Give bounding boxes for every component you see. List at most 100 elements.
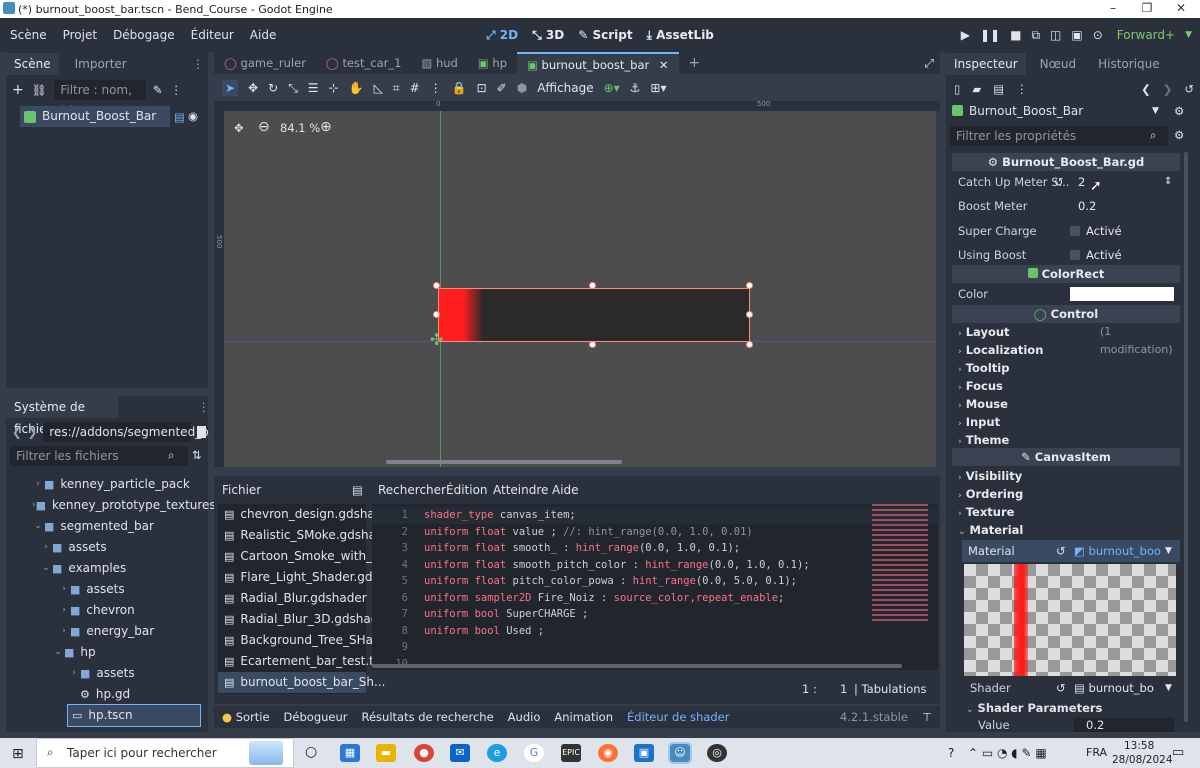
- canvas-viewport[interactable]: ✥ ⊖ 84.1 % ⊕ ✣: [224, 111, 936, 467]
- add-node-icon[interactable]: ⊕▾: [604, 81, 620, 95]
- checkbox[interactable]: [1070, 226, 1080, 236]
- mode-script-button[interactable]: ✎ Script: [578, 28, 632, 42]
- code-editor[interactable]: 1 shader_type canvas_item; 2 uniform float…: [372, 504, 938, 670]
- sort-icon[interactable]: ⇅: [192, 448, 202, 462]
- save-icon[interactable]: ▤: [993, 82, 1004, 96]
- panel-animation[interactable]: Animation: [554, 710, 613, 724]
- revert-icon[interactable]: ↺: [1056, 678, 1066, 698]
- section-texture[interactable]: › Texture: [952, 503, 1180, 521]
- tab-scene[interactable]: Scène: [6, 53, 59, 75]
- panel-debugger[interactable]: Débogueur: [284, 710, 348, 724]
- scene-tab[interactable]: ▧ hud: [411, 56, 467, 70]
- section-tooltip[interactable]: › Tooltip: [952, 359, 1180, 377]
- back-icon[interactable]: ❮: [1141, 82, 1151, 96]
- clock-time[interactable]: 13:58: [1124, 740, 1154, 752]
- store-icon[interactable]: ▦: [340, 744, 360, 762]
- visibility-eye-icon[interactable]: ◉: [188, 109, 198, 123]
- h-scrollbar[interactable]: [386, 460, 622, 464]
- forward-icon[interactable]: ❯: [1163, 82, 1173, 96]
- app-icon[interactable]: ▣: [634, 744, 654, 762]
- maximize-button[interactable]: ❐: [1129, 0, 1165, 18]
- material-resource-picker[interactable]: ◩ burnout_boo: [1074, 540, 1161, 562]
- section-ordering[interactable]: › Ordering: [952, 485, 1180, 503]
- scene-tab[interactable]: ▣ hp: [468, 56, 517, 70]
- property-filter-input[interactable]: Filtrer les propriétés: [950, 126, 1168, 146]
- file-tree-item[interactable]: › ■ assets: [6, 537, 202, 558]
- menu-edit[interactable]: Édition: [446, 483, 488, 497]
- scene-tab[interactable]: ◯ test_car_1: [316, 56, 412, 70]
- windows-start-icon[interactable]: ⊞: [12, 746, 24, 762]
- renderer-select[interactable]: Forward+: [1117, 28, 1175, 42]
- menu-help[interactable]: Aide: [552, 483, 579, 497]
- language-indicator[interactable]: FRA: [1086, 746, 1107, 759]
- bone-icon[interactable]: ✐: [497, 81, 507, 95]
- section-visibility[interactable]: › Visibility: [952, 467, 1180, 485]
- new-resource-icon[interactable]: ▯: [954, 82, 960, 96]
- grid-snap-icon[interactable]: #: [410, 81, 420, 95]
- object-settings-icon[interactable]: ⚙: [1174, 104, 1184, 118]
- container-sizing-icon[interactable]: ⊞▾: [650, 81, 666, 95]
- resize-handle[interactable]: [589, 282, 596, 289]
- add-node-icon[interactable]: +: [12, 82, 24, 98]
- notification-icon[interactable]: ▭: [1172, 745, 1184, 760]
- boost-bar[interactable]: [438, 288, 750, 342]
- script-list-item[interactable]: ▤ Realistic_SMoke.gdsha...: [218, 525, 387, 546]
- menu-help[interactable]: Aide: [244, 28, 283, 42]
- add-tab-icon[interactable]: +: [679, 55, 711, 71]
- mode-3d-button[interactable]: ⤡ 3D: [532, 28, 564, 43]
- zoom-level[interactable]: 84.1 %: [280, 121, 320, 135]
- panel-search-results[interactable]: Résultats de recherche: [362, 710, 494, 724]
- tab-import[interactable]: Importer: [67, 53, 135, 75]
- menu-search[interactable]: Rechercher: [378, 483, 446, 497]
- prop-shader-value[interactable]: Value 0.2: [962, 718, 1180, 732]
- close-icon[interactable]: ✕: [659, 58, 669, 72]
- file-tree-item[interactable]: › ■ assets: [6, 663, 202, 684]
- anchor-icon[interactable]: ✣: [430, 330, 443, 349]
- group-icon[interactable]: ⊡: [477, 81, 487, 95]
- code-h-scrollbar[interactable]: [372, 664, 902, 668]
- script-list-item[interactable]: ▤ Radial_Blur_3D.gdshader: [218, 609, 391, 630]
- taskbar-search-input[interactable]: ⌕ Taper ici pour rechercher: [36, 738, 294, 768]
- open-folder-icon[interactable]: ▰: [972, 82, 981, 96]
- prop-material[interactable]: Material ↺ ◩ burnout_boo ▼: [962, 540, 1180, 562]
- color-swatch[interactable]: [1070, 287, 1174, 301]
- prop-catch-up-meter[interactable]: Catch Up Meter S... ↺ 2 ⇕: [952, 170, 1182, 194]
- kebab-menu-icon[interactable]: ⋮: [192, 57, 204, 71]
- section-layout[interactable]: › Layout (1 modification): [952, 323, 1180, 356]
- section-focus[interactable]: › Focus: [952, 377, 1180, 395]
- fullscreen-icon[interactable]: ⤢: [925, 56, 934, 71]
- file-tree-item-selected[interactable]: ▭ hp.tscn: [67, 704, 201, 727]
- control-section-header[interactable]: ◯ Control: [952, 305, 1180, 323]
- file-tree-item[interactable]: › ■ chevron: [6, 600, 202, 621]
- path-input[interactable]: res://addons/segmented_b: [43, 422, 209, 442]
- resize-handle[interactable]: [433, 282, 440, 289]
- tab-history[interactable]: Historique: [1090, 53, 1168, 75]
- filter-options-icon[interactable]: ⚙: [1174, 128, 1184, 142]
- section-shader-parameters[interactable]: ⌄ Shader Parameters: [962, 699, 1180, 717]
- file-tree-item[interactable]: › ■ kenney_prototype_textures: [6, 495, 216, 516]
- script-list-item[interactable]: ▤ chevron_design.gdsha...: [218, 504, 386, 525]
- file-tree-item[interactable]: › ■ energy_bar: [6, 621, 202, 642]
- history-icon[interactable]: ↺: [1184, 82, 1194, 96]
- kebab-menu-icon[interactable]: ⋮: [430, 81, 442, 95]
- spin-arrows-icon[interactable]: ⇕: [1164, 170, 1172, 194]
- script-section-header[interactable]: ⚙ Burnout_Boost_Bar.gd: [952, 153, 1180, 171]
- pin-icon[interactable]: ⊤: [922, 710, 932, 724]
- file-tree-item[interactable]: › ■ kenney_particle_pack: [6, 474, 202, 495]
- play-scene-icon[interactable]: ▣: [1071, 28, 1082, 42]
- clock-date[interactable]: 28/08/2024: [1112, 754, 1173, 766]
- move-tool-icon[interactable]: ✥: [248, 81, 258, 95]
- code-minimap[interactable]: [872, 504, 928, 624]
- shader-resource-picker[interactable]: ▤ burnout_bo: [1074, 678, 1154, 698]
- select-tool-icon[interactable]: ➤: [222, 80, 239, 96]
- menu-editor[interactable]: Éditeur: [185, 28, 240, 42]
- stop-icon[interactable]: ■: [1010, 28, 1021, 42]
- script-list-item[interactable]: ▤ Radial_Blur.gdshader: [218, 588, 367, 609]
- view-menu[interactable]: Affichage: [537, 81, 593, 95]
- tab-filesystem[interactable]: Système de fichiers: [6, 396, 118, 436]
- mail-icon[interactable]: ✉: [450, 744, 470, 762]
- prop-super-charge[interactable]: Super Charge Activé: [952, 219, 1182, 243]
- script-list-item-active[interactable]: ▤ burnout_boost_bar_Sh...: [218, 672, 385, 693]
- minimize-button[interactable]: –: [1095, 0, 1131, 18]
- section-input[interactable]: › Input: [952, 413, 1180, 431]
